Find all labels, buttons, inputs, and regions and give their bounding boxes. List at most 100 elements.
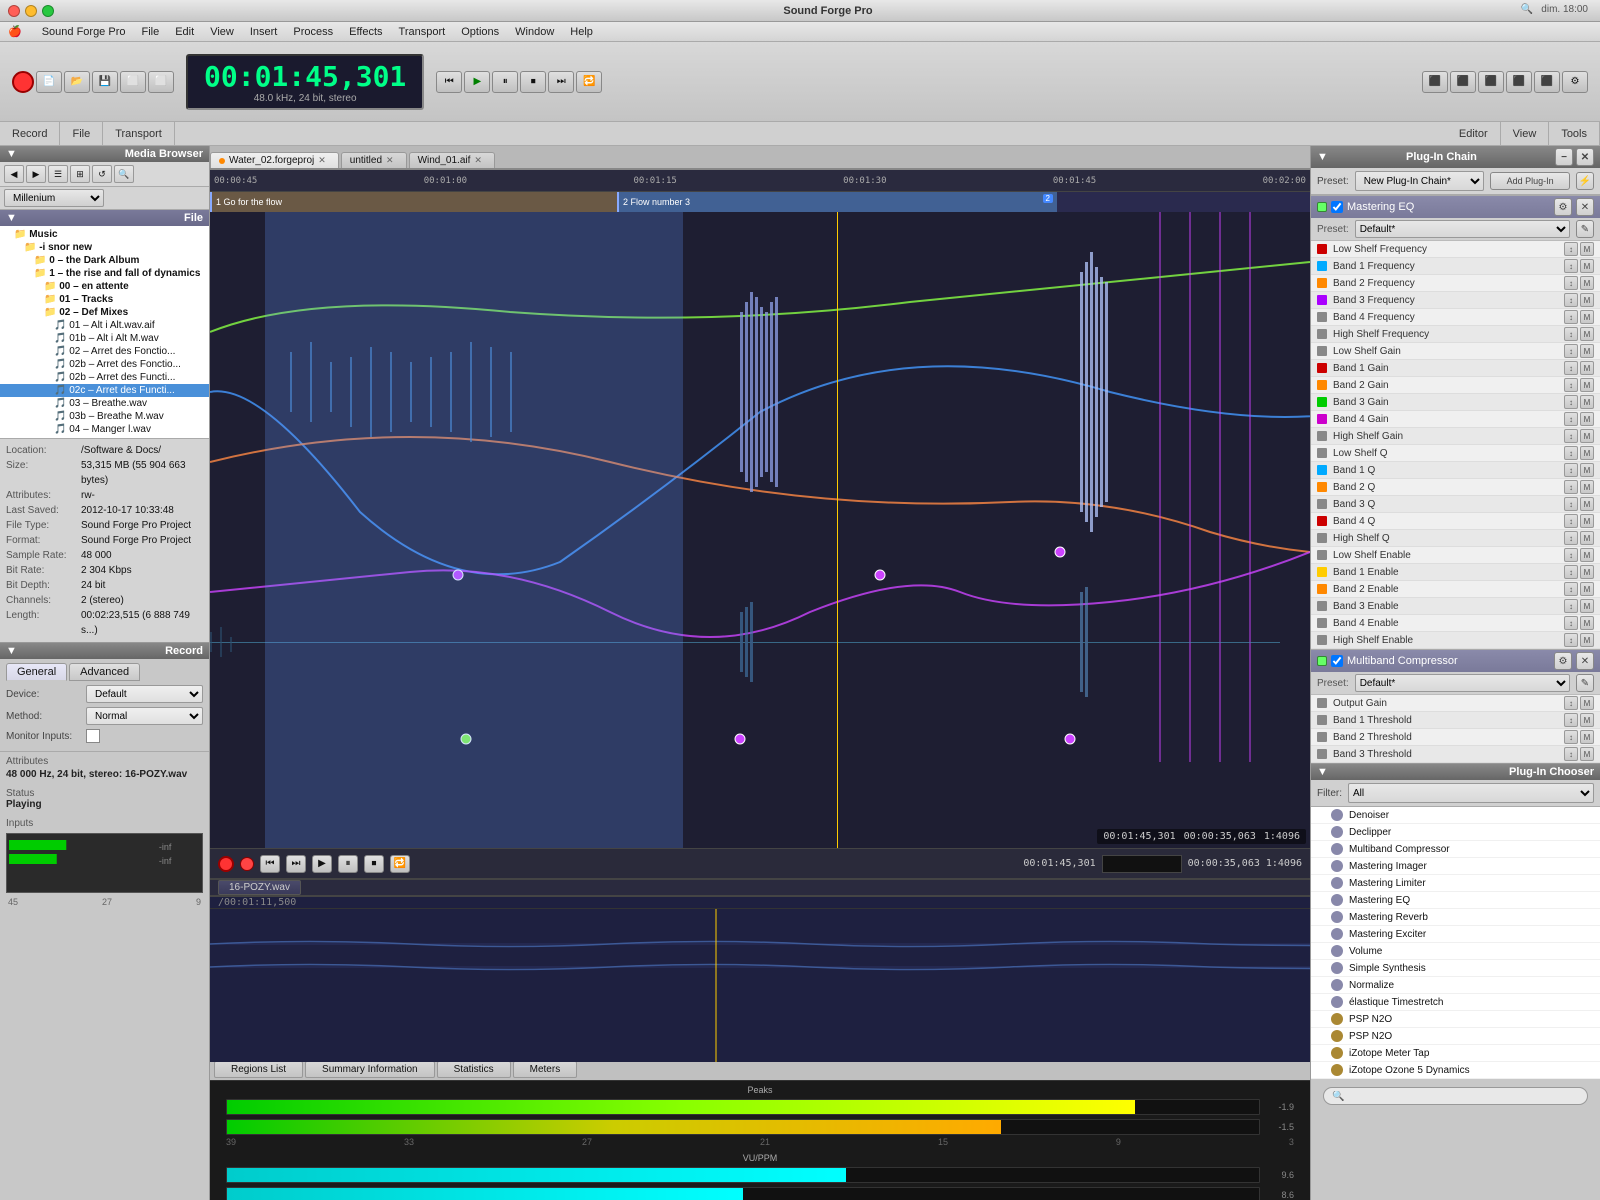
tree-item-music[interactable]: 📁 Music <box>0 228 209 241</box>
chooser-item-psp-n2o-13[interactable]: PSP N2O <box>1311 1028 1600 1045</box>
eq-icon-midi[interactable]: M <box>1580 446 1594 460</box>
menu-file[interactable]: File <box>141 26 159 38</box>
transport-new[interactable]: 📄 <box>36 71 62 93</box>
bottom-waveform[interactable] <box>210 909 1310 1062</box>
eq-icon-midi[interactable]: M <box>1580 378 1594 392</box>
chooser-item-izotope-meter-tap-14[interactable]: iZotope Meter Tap <box>1311 1045 1600 1062</box>
eq-icon-edit[interactable]: ↕ <box>1564 599 1578 613</box>
tree-item-03b---breathe-m-wav[interactable]: 🎵 03b – Breathe M.wav <box>0 410 209 423</box>
layout-btn3[interactable]: ⬛ <box>1478 71 1504 93</box>
eq-icon-edit[interactable]: ↕ <box>1564 633 1578 647</box>
eq-icon-midi[interactable]: M <box>1580 429 1594 443</box>
plugin-chain-close[interactable]: ✕ <box>1576 148 1594 166</box>
mastering-eq-close[interactable]: ✕ <box>1576 198 1594 216</box>
close-icon[interactable] <box>8 5 20 17</box>
chooser-search-input[interactable] <box>1323 1087 1588 1105</box>
eq-icon-midi[interactable]: M <box>1580 497 1594 511</box>
monitor-checkbox[interactable] <box>86 729 100 743</box>
plugin-chain-preset[interactable]: New Plug-In Chain* <box>1355 171 1485 191</box>
chooser-item-mastering-eq-5[interactable]: Mastering EQ <box>1311 892 1600 909</box>
minimize-icon[interactable] <box>25 5 37 17</box>
menu-edit[interactable]: Edit <box>175 26 194 38</box>
comp-icon-edit[interactable]: ↕ <box>1564 747 1578 761</box>
eq-icon-edit[interactable]: ↕ <box>1564 446 1578 460</box>
comp-icon-midi[interactable]: M <box>1580 730 1594 744</box>
chooser-item-psp-n2o-12[interactable]: PSP N2O <box>1311 1011 1600 1028</box>
eq-icon-edit[interactable]: ↕ <box>1564 463 1578 477</box>
eq-icon-edit[interactable]: ↕ <box>1564 327 1578 341</box>
menu-window[interactable]: Window <box>515 26 554 38</box>
bottom-track-label[interactable]: 16-POZY.wav <box>218 880 301 895</box>
chooser-item-izotope-ozone-5-dynamics-15[interactable]: iZotope Ozone 5 Dynamics <box>1311 1062 1600 1079</box>
record-tab-general[interactable]: General <box>6 663 67 681</box>
eq-icon-edit[interactable]: ↕ <box>1564 548 1578 562</box>
eq-icon-midi[interactable]: M <box>1580 514 1594 528</box>
tab-statistics[interactable]: Statistics <box>437 1061 511 1078</box>
eq-icon-midi[interactable]: M <box>1580 327 1594 341</box>
eq-icon-midi[interactable]: M <box>1580 361 1594 375</box>
apple-menu[interactable]: 🍎 <box>8 25 22 38</box>
eq-icon-midi[interactable]: M <box>1580 395 1594 409</box>
tree-item-02---def-mixes[interactable]: 📁 02 – Def Mixes <box>0 306 209 319</box>
filter-select[interactable]: All <box>1348 783 1594 803</box>
menu-process[interactable]: Process <box>293 26 333 38</box>
pause2-btn-small[interactable]: ⏸ <box>338 855 358 873</box>
region-2[interactable]: 2 Flow number 3 2 <box>617 192 1057 212</box>
prev-btn-small[interactable]: ⏮ <box>260 855 280 873</box>
media-back-btn[interactable]: ◀ <box>4 165 24 183</box>
eq-icon-edit[interactable]: ↕ <box>1564 497 1578 511</box>
eq-icon-midi[interactable]: M <box>1580 582 1594 596</box>
eq-icon-edit[interactable]: ↕ <box>1564 565 1578 579</box>
chooser-item-mastering-limiter-4[interactable]: Mastering Limiter <box>1311 875 1600 892</box>
comp-icon-edit[interactable]: ↕ <box>1564 696 1578 710</box>
tab-water[interactable]: Water_02.forgeproj ✕ <box>210 152 339 168</box>
eq-icon-edit[interactable]: ↕ <box>1564 310 1578 324</box>
multiband-comp-preset-select[interactable]: Default* <box>1355 674 1570 692</box>
tree-item-01b---alt-i-alt-m-wav[interactable]: 🎵 01b – Alt i Alt M.wav <box>0 332 209 345</box>
mastering-eq-preset-select[interactable]: Default* <box>1355 220 1570 238</box>
layout-btn1[interactable]: ⬛ <box>1422 71 1448 93</box>
media-grid-btn[interactable]: ⊞ <box>70 165 90 183</box>
tree-item-02b---arret-des-fonctio---[interactable]: 🎵 02b – Arret des Fonctio... <box>0 358 209 371</box>
chooser-item-mastering-exciter-7[interactable]: Mastering Exciter <box>1311 926 1600 943</box>
multiband-comp-edit[interactable]: ✎ <box>1576 674 1594 692</box>
stop-indicator[interactable] <box>240 857 254 871</box>
mastering-eq-edit[interactable]: ✎ <box>1576 220 1594 238</box>
tab-summary[interactable]: Summary Information <box>305 1061 435 1078</box>
eq-icon-midi[interactable]: M <box>1580 480 1594 494</box>
eq-icon-edit[interactable]: ↕ <box>1564 344 1578 358</box>
plugin-chain-header[interactable]: ▼ Plug-In Chain − ✕ <box>1311 146 1600 168</box>
play-btn[interactable]: ▶ <box>464 71 490 93</box>
menu-help[interactable]: Help <box>570 26 593 38</box>
chooser-item--lastique-timestretch-11[interactable]: élastique Timestretch <box>1311 994 1600 1011</box>
eq-icon-edit[interactable]: ↕ <box>1564 582 1578 596</box>
eq-icon-edit[interactable]: ↕ <box>1564 412 1578 426</box>
stop-btn[interactable]: ⏹ <box>520 71 546 93</box>
chooser-item-declipper-1[interactable]: Declipper <box>1311 824 1600 841</box>
tree-item-02c---arret-des-functi---[interactable]: 🎵 02c – Arret des Functi... <box>0 384 209 397</box>
transport-save[interactable]: 💾 <box>92 71 118 93</box>
media-search-btn[interactable]: 🔍 <box>114 165 134 183</box>
eq-icon-midi[interactable]: M <box>1580 276 1594 290</box>
eq-icon-midi[interactable]: M <box>1580 531 1594 545</box>
tree-item-02b---arret-des-functi---[interactable]: 🎵 02b – Arret des Functi... <box>0 371 209 384</box>
eq-icon-midi[interactable]: M <box>1580 242 1594 256</box>
record-button[interactable] <box>12 71 34 93</box>
stop2-btn-small[interactable]: ⏹ <box>364 855 384 873</box>
tab-wind-close[interactable]: ✕ <box>474 155 482 166</box>
record-btn-small[interactable] <box>218 856 234 872</box>
tab-untitled-close[interactable]: ✕ <box>386 155 394 166</box>
transport-open[interactable]: 📂 <box>64 71 90 93</box>
layout-btn2[interactable]: ⬛ <box>1450 71 1476 93</box>
eq-icon-edit[interactable]: ↕ <box>1564 276 1578 290</box>
position-input[interactable] <box>1102 855 1182 873</box>
menu-options[interactable]: Options <box>461 26 499 38</box>
tree-item--i-snor-new[interactable]: 📁 -i snor new <box>0 241 209 254</box>
eq-icon-midi[interactable]: M <box>1580 463 1594 477</box>
chooser-item-mastering-reverb-6[interactable]: Mastering Reverb <box>1311 909 1600 926</box>
chooser-item-volume-8[interactable]: Volume <box>1311 943 1600 960</box>
comp-icon-edit[interactable]: ↕ <box>1564 713 1578 727</box>
media-refresh-btn[interactable]: ↺ <box>92 165 112 183</box>
loop2-btn-small[interactable]: 🔁 <box>390 855 410 873</box>
media-list-btn[interactable]: ☰ <box>48 165 68 183</box>
